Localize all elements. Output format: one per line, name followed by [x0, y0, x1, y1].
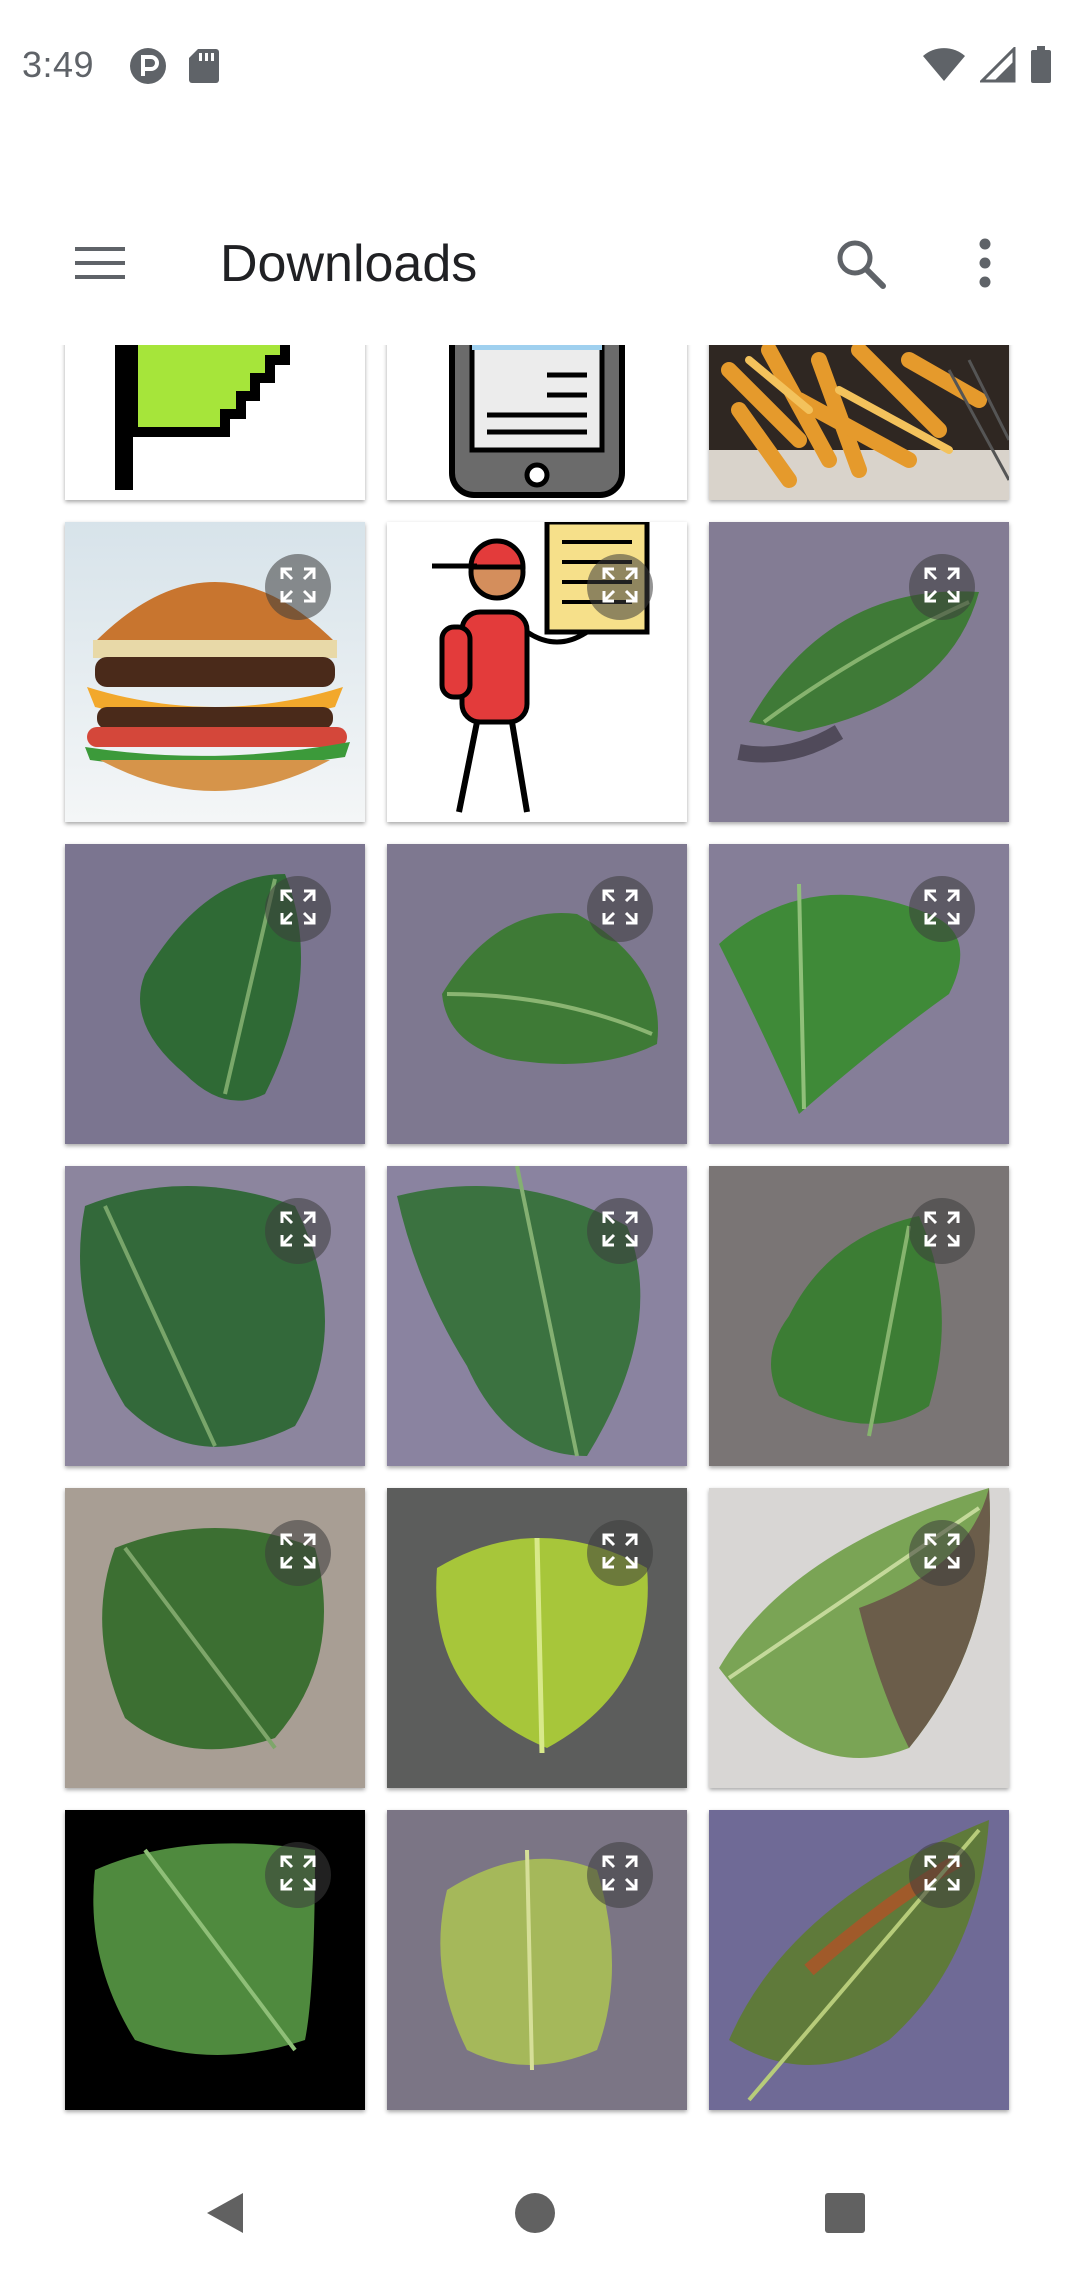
search-button[interactable]: [820, 225, 900, 305]
status-bar: 3:49: [0, 0, 1080, 135]
expand-icon: [922, 1531, 962, 1576]
image-tile-leaf-yellow[interactable]: [387, 1488, 687, 1788]
expand-icon: [600, 1209, 640, 1254]
expand-icon: [600, 887, 640, 932]
expand-icon: [278, 565, 318, 610]
signal-icon: [978, 45, 1016, 88]
status-time: 3:49: [22, 44, 95, 85]
recents-button[interactable]: [810, 2180, 880, 2250]
expand-badge[interactable]: [909, 1520, 975, 1586]
downloads-grid[interactable]: [0, 345, 1080, 2150]
back-icon: [203, 2189, 247, 2242]
wifi-icon: [922, 47, 966, 88]
page-title: Downloads: [220, 235, 478, 293]
image-tile-leaf-diseased[interactable]: [709, 1488, 1009, 1788]
expand-badge[interactable]: [909, 876, 975, 942]
expand-badge[interactable]: [265, 554, 331, 620]
expand-icon: [922, 1209, 962, 1254]
expand-icon: [922, 1853, 962, 1898]
sd-card-icon: [188, 47, 220, 90]
more-vert-icon: [978, 238, 992, 293]
expand-icon: [278, 887, 318, 932]
menu-button[interactable]: [60, 230, 140, 300]
fries-thumbnail: [709, 345, 1009, 500]
expand-icon: [278, 1853, 318, 1898]
expand-badge[interactable]: [587, 876, 653, 942]
image-tile-leaf-yellow-green[interactable]: [387, 1810, 687, 2110]
image-tile-burger[interactable]: [65, 522, 365, 822]
image-tile-leaf[interactable]: [65, 1488, 365, 1788]
expand-badge[interactable]: [909, 554, 975, 620]
image-tile-delivery-person[interactable]: [387, 522, 687, 822]
image-tile-flag[interactable]: [65, 345, 365, 500]
expand-badge[interactable]: [587, 1842, 653, 1908]
image-tile-phone[interactable]: [387, 345, 687, 500]
expand-badge[interactable]: [265, 876, 331, 942]
expand-icon: [922, 887, 962, 932]
status-left-icons: [128, 46, 220, 91]
image-tile-leaf[interactable]: [65, 1166, 365, 1466]
app-bar: Downloads: [0, 195, 1080, 330]
expand-badge[interactable]: [265, 1520, 331, 1586]
recents-icon: [824, 2192, 866, 2239]
image-tile-leaf[interactable]: [709, 522, 1009, 822]
expand-icon: [278, 1531, 318, 1576]
expand-badge[interactable]: [265, 1842, 331, 1908]
image-tile-fries[interactable]: [709, 345, 1009, 500]
expand-icon: [922, 565, 962, 610]
image-tile-leaf-black-background[interactable]: [65, 1810, 365, 2110]
image-tile-leaf[interactable]: [709, 1166, 1009, 1466]
expand-badge[interactable]: [265, 1198, 331, 1264]
notification-p-icon: [128, 46, 168, 91]
status-right-icons: [922, 45, 1052, 89]
image-tile-leaf-brown-spotted[interactable]: [709, 1810, 1009, 2110]
expand-icon: [600, 1853, 640, 1898]
image-tile-leaf[interactable]: [65, 844, 365, 1144]
expand-badge[interactable]: [587, 1198, 653, 1264]
back-button[interactable]: [190, 2180, 260, 2250]
home-icon: [514, 2192, 556, 2239]
expand-badge[interactable]: [909, 1198, 975, 1264]
navigation-bar: [0, 2140, 1080, 2280]
expand-icon: [278, 1209, 318, 1254]
expand-badge[interactable]: [909, 1842, 975, 1908]
expand-badge[interactable]: [587, 554, 653, 620]
image-tile-leaf[interactable]: [709, 844, 1009, 1144]
more-options-button[interactable]: [950, 225, 1020, 305]
expand-badge[interactable]: [587, 1520, 653, 1586]
expand-icon: [600, 1531, 640, 1576]
expand-icon: [600, 565, 640, 610]
image-grid: [65, 345, 1025, 2110]
menu-icon: [75, 245, 125, 286]
image-tile-leaf[interactable]: [387, 1166, 687, 1466]
battery-icon: [1030, 46, 1052, 89]
flag-thumbnail: [65, 345, 365, 500]
image-tile-leaf[interactable]: [387, 844, 687, 1144]
phone-thumbnail: [387, 345, 687, 500]
search-icon: [834, 237, 886, 294]
home-button[interactable]: [500, 2180, 570, 2250]
